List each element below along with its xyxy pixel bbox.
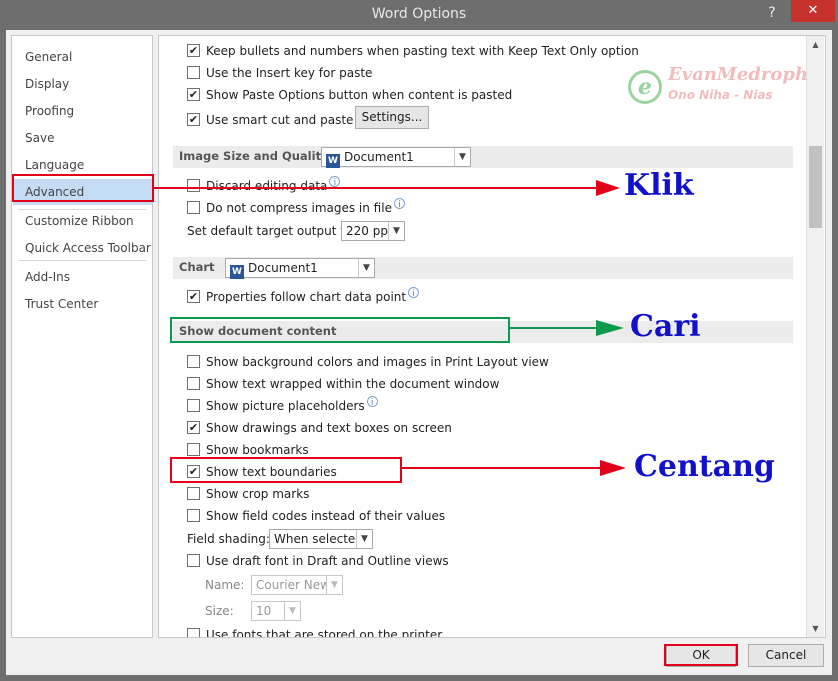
option-label: Show background colors and images in Pri… <box>206 355 549 369</box>
annotation-cari: Cari <box>630 309 701 344</box>
option-label-text: Show picture placeholders <box>206 399 365 413</box>
option-label: Show picture placeholders i <box>206 396 378 416</box>
checkbox[interactable]: ✔ <box>187 113 200 126</box>
checkbox[interactable]: ✔ <box>187 290 200 303</box>
info-icon: i <box>393 198 405 210</box>
option-label: Discard editing data i <box>206 176 341 196</box>
option-label: Properties follow chart data point i <box>206 287 420 307</box>
checkbox[interactable]: ✔ <box>187 44 200 57</box>
vertical-scrollbar[interactable]: ▲ ▼ <box>806 36 824 637</box>
chevron-down-icon: ▼ <box>284 602 300 620</box>
window-title: Word Options <box>371 6 467 22</box>
option-label-text: Discard editing data <box>206 179 328 193</box>
advanced-highlight-box <box>12 174 154 202</box>
section-title: Chart <box>179 260 215 274</box>
draft-font-name-label: Name: <box>205 578 245 592</box>
watermark-title: EvanMedroph <box>668 64 809 85</box>
settings-button[interactable]: Settings... <box>355 106 429 129</box>
draft-font-size-dropdown[interactable]: 10 ▼ <box>251 601 301 621</box>
option-label: Use fonts that are stored on the printer <box>206 628 443 638</box>
show-text-boundaries-highlight-box <box>170 457 402 483</box>
info-icon: i <box>329 176 341 188</box>
title-bar: Word Options ? ✕ <box>0 0 838 30</box>
option-label-text: Do not compress images in file <box>206 201 392 215</box>
draft-font-name-dropdown[interactable]: Courier New ▼ <box>251 575 343 595</box>
watermark-subtitle: Ono Niha - Nias <box>668 88 773 102</box>
option-label: Show crop marks <box>206 487 310 501</box>
field-shading-label: Field shading: <box>187 532 270 546</box>
scroll-up-icon[interactable]: ▲ <box>807 36 824 53</box>
help-button[interactable]: ? <box>760 2 784 24</box>
checkbox[interactable] <box>187 179 200 192</box>
show-document-content-highlight-box <box>170 317 510 343</box>
scroll-down-icon[interactable]: ▼ <box>807 620 824 637</box>
sidebar-item-trust-center[interactable]: Trust Center <box>13 291 152 317</box>
checkbox[interactable] <box>187 487 200 500</box>
sidebar-item-quick-access-toolbar[interactable]: Quick Access Toolbar <box>13 235 152 261</box>
close-button[interactable]: ✕ <box>791 0 835 22</box>
option-label: Show Paste Options button when content i… <box>206 88 513 102</box>
scrollbar-thumb[interactable] <box>809 146 822 228</box>
cancel-button[interactable]: Cancel <box>748 644 824 667</box>
info-icon: i <box>408 287 420 299</box>
sidebar-item-add-ins[interactable]: Add-Ins <box>13 264 152 290</box>
ok-highlight-box <box>664 644 738 666</box>
option-label: Show field codes instead of their values <box>206 509 446 523</box>
option-label-text: Properties follow chart data point <box>206 290 407 304</box>
dropdown-value: Document1 <box>344 150 414 164</box>
checkbox[interactable] <box>187 355 200 368</box>
image-size-document-dropdown[interactable]: W Document1 ▼ <box>321 147 471 168</box>
watermark-e-icon: e <box>628 70 662 104</box>
chevron-down-icon: ▼ <box>358 259 374 277</box>
sidebar-divider <box>18 260 146 261</box>
sidebar-item-general[interactable]: General <box>13 44 152 70</box>
field-shading-dropdown[interactable]: When selected ▼ <box>269 529 373 549</box>
chevron-down-icon: ▼ <box>388 222 404 240</box>
checkbox[interactable] <box>187 443 200 456</box>
option-label: Use draft font in Draft and Outline view… <box>206 554 449 568</box>
checkbox[interactable] <box>187 66 200 79</box>
info-icon: i <box>366 396 378 408</box>
dialog-client: General Display Proofing Save Language A… <box>6 30 832 675</box>
checkbox[interactable] <box>187 628 200 637</box>
draft-font-size-label: Size: <box>205 604 234 618</box>
section-title: Image Size and Quality <box>179 149 329 163</box>
option-label: Use smart cut and pastei <box>206 110 367 130</box>
checkbox[interactable] <box>187 377 200 390</box>
checkbox[interactable] <box>187 201 200 214</box>
checkbox[interactable] <box>187 509 200 522</box>
annotation-centang: Centang <box>634 449 775 484</box>
option-label: Do not compress images in file i <box>206 198 405 218</box>
dropdown-value: When selected <box>274 532 363 546</box>
image-size-section-header: Image Size and Quality <box>173 146 793 168</box>
annotation-klik: Klik <box>624 168 694 203</box>
chevron-down-icon: ▼ <box>326 576 342 594</box>
sidebar-item-proofing[interactable]: Proofing <box>13 98 152 124</box>
dropdown-value: Courier New <box>256 578 330 592</box>
option-label: Use the Insert key for paste <box>206 66 373 80</box>
option-label: Keep bullets and numbers when pasting te… <box>206 44 639 58</box>
sidebar-item-save[interactable]: Save <box>13 125 152 151</box>
checkbox[interactable]: ✔ <box>187 88 200 101</box>
option-label: Show text wrapped within the document wi… <box>206 377 500 391</box>
options-sidebar: General Display Proofing Save Language A… <box>11 35 153 638</box>
checkbox[interactable]: ✔ <box>187 421 200 434</box>
checkbox[interactable] <box>187 399 200 412</box>
option-label: Show drawings and text boxes on screen <box>206 421 452 435</box>
sidebar-item-customize-ribbon[interactable]: Customize Ribbon <box>13 208 152 234</box>
checkbox[interactable] <box>187 554 200 567</box>
sidebar-item-display[interactable]: Display <box>13 71 152 97</box>
dropdown-value: 10 <box>256 604 272 618</box>
option-label-text: Use smart cut and paste <box>206 113 354 127</box>
word-document-icon: W <box>326 154 340 168</box>
chevron-down-icon: ▼ <box>356 530 372 548</box>
chevron-down-icon: ▼ <box>454 148 470 166</box>
watermark-logo: e EvanMedroph Ono Niha - Nias <box>628 64 808 112</box>
chart-document-dropdown[interactable]: W Document1 ▼ <box>225 258 375 279</box>
word-document-icon: W <box>230 265 244 279</box>
target-output-dropdown[interactable]: 220 ppi ▼ <box>341 221 405 241</box>
dropdown-value: Document1 <box>248 261 318 275</box>
dropdown-value: 220 ppi <box>346 224 392 238</box>
target-output-label: Set default target output to: <box>187 224 357 238</box>
